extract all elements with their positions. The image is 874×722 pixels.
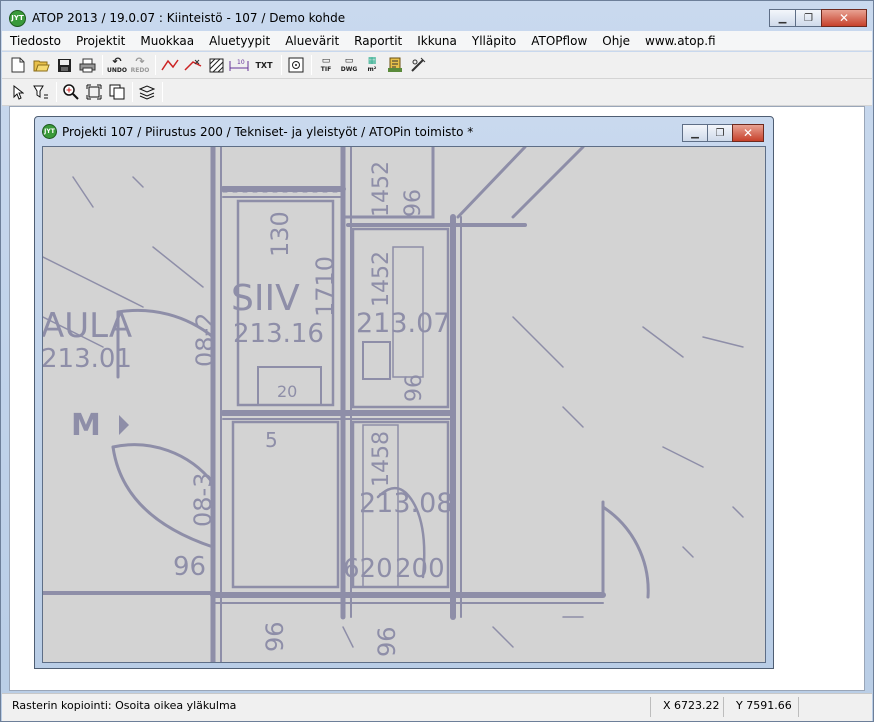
main-window: JYT ATOP 2013 / 19.0.07 : Kiinteistö - 1… [0,0,874,722]
label-room-21308: 213.08 [359,488,453,519]
open-folder-icon[interactable] [31,55,51,75]
toolbar-separator [132,82,133,102]
toolbar-separator [56,82,57,102]
layers-icon[interactable] [137,82,157,102]
toolbar-separator [155,55,156,75]
undo-icon[interactable]: ↶ UNDO [107,55,127,75]
svg-text:10: 10 [237,59,245,66]
label-96-bottom-left: 96 [173,552,206,582]
label-1452-mid: 1452 [369,251,394,307]
undo-label: UNDO [107,66,127,74]
m2-label: m² [367,66,377,73]
report-icon[interactable] [385,55,405,75]
label-96-mid: 96 [402,374,427,402]
select-arrow-icon[interactable] [8,82,28,102]
save-icon[interactable] [54,55,74,75]
print-icon[interactable] [77,55,97,75]
close-button[interactable]: ✕ [821,9,867,27]
area-m2-icon[interactable]: ▦ m² [362,55,382,75]
label-aula-number: 213.01 [43,344,132,374]
wizard-icon[interactable] [408,55,428,75]
menu-yllapito[interactable]: Ylläpito [464,34,523,48]
toolbar-separator [311,55,312,75]
app-logo-icon: JYT [42,124,57,139]
menu-muokkaa[interactable]: Muokkaa [132,34,201,48]
menu-aluetyypit[interactable]: Aluetyypit [201,34,277,48]
window-title: ATOP 2013 / 19.0.07 : Kiinteistö - 107 /… [32,11,346,25]
menu-projektit[interactable]: Projektit [68,34,132,48]
label-96-bottom-a: 96 [261,621,289,652]
label-08-2: 08-2 [191,313,219,367]
zoom-in-icon[interactable] [61,82,81,102]
maximize-button[interactable]: ❐ [795,9,822,27]
status-x-coordinate: X 6723.22 [650,697,723,717]
menu-ohje[interactable]: Ohje [594,34,637,48]
label-5: 5 [265,428,278,452]
redo-label: REDO [130,66,150,74]
label-20: 20 [277,382,297,401]
menu-aluevarit[interactable]: Aluevärit [277,34,346,48]
main-toolbar: ↶ UNDO ↷ REDO 10 TXT ▭ TIF ▭ DWG ▦ m² [2,52,872,79]
label-room-21316: 213.16 [233,319,324,349]
redo-icon[interactable]: ↷ REDO [130,55,150,75]
dwg-label: DWG [340,66,358,73]
title-bar[interactable]: JYT ATOP 2013 / 19.0.07 : Kiinteistö - 1… [1,1,873,31]
toolbar-separator [102,55,103,75]
text-tool-icon[interactable]: TXT [252,55,276,75]
new-document-icon[interactable] [8,55,28,75]
menu-ikkuna[interactable]: Ikkuna [409,34,464,48]
drawing-toolbar [2,79,872,106]
label-96-bottom-b: 96 [373,626,401,657]
menu-atopflow[interactable]: ATOPflow [523,34,594,48]
tif-import-icon[interactable]: ▭ TIF [316,55,336,75]
arrow-icon [119,415,129,435]
zoom-window-icon[interactable] [107,82,127,102]
hatch-icon[interactable] [206,55,226,75]
dwg-import-icon[interactable]: ▭ DWG [339,55,359,75]
menu-bar: Tiedosto Projektit Muokkaa Aluetyypit Al… [2,31,872,51]
child-maximize-button[interactable]: ❐ [707,124,733,142]
label-m-arrow: M [71,408,101,443]
toolbar-separator [162,82,163,102]
status-message: Rasterin kopiointi: Osoita oikea yläkulm… [12,699,237,712]
minimize-button[interactable]: ▁ [769,9,796,27]
toolbar-separator [281,55,282,75]
label-siiv: SIIV [231,278,300,319]
label-1458: 1458 [369,431,394,487]
drawing-canvas[interactable]: AULA 213.01 M SIIV 213.16 213.07 213.08 … [42,146,766,663]
snap-icon[interactable] [286,55,306,75]
label-1452-top: 1452 [369,161,394,217]
label-620: 620 [343,554,393,584]
menu-www[interactable]: www.atop.fi [637,34,723,48]
label-200: 200 [395,554,445,584]
status-extra-cell [798,697,870,717]
status-bar: Rasterin kopiointi: Osoita oikea yläkulm… [2,693,872,721]
drawing-window: JYT Projekti 107 / Piirustus 200 / Tekni… [34,116,774,669]
status-y-coordinate: Y 7591.66 [723,697,798,717]
label-130: 130 [266,211,294,257]
label-room-21307: 213.07 [356,308,450,339]
filter-select-icon[interactable] [31,82,51,102]
delete-line-icon[interactable] [183,55,203,75]
tif-label: TIF [320,66,332,73]
menu-raportit[interactable]: Raportit [346,34,409,48]
label-aula: AULA [43,306,132,346]
label-08-3: 08-3 [189,473,217,527]
child-minimize-button[interactable]: ▁ [682,124,708,142]
app-logo-icon: JYT [9,10,26,27]
label-1710: 1710 [311,256,339,317]
dimension-icon[interactable]: 10 [229,55,249,75]
menu-tiedosto[interactable]: Tiedosto [2,34,68,48]
polyline-icon[interactable] [160,55,180,75]
zoom-extents-icon[interactable] [84,82,104,102]
child-close-button[interactable]: ✕ [732,124,764,142]
drawing-window-title[interactable]: Projekti 107 / Piirustus 200 / Tekniset-… [62,125,473,139]
label-96-top: 96 [401,189,426,217]
floorplan-raster: AULA 213.01 M SIIV 213.16 213.07 213.08 … [43,147,744,662]
